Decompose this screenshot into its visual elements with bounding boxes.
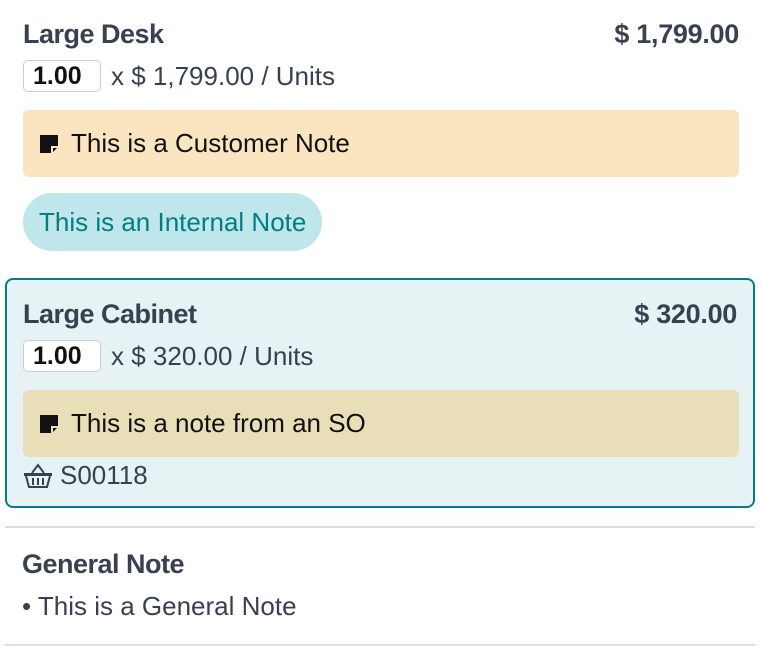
basket-icon <box>24 462 52 488</box>
quantity-field[interactable]: 1.00 <box>23 340 101 372</box>
pos-order-lines: Large Desk $ 1,799.00 1.00 x $ 1,799.00 … <box>0 0 762 659</box>
sale-order-origin: S00118 <box>23 460 148 491</box>
internal-note-text: This is an Internal Note <box>39 206 307 237</box>
divider <box>5 526 755 528</box>
sticky-note-icon <box>40 134 58 153</box>
qty-row: 1.00 x $ 1,799.00 / Units <box>23 60 335 92</box>
product-name: Large Cabinet <box>23 299 197 329</box>
line-price: $ 320.00 <box>634 299 737 329</box>
orderline-large-desk[interactable]: Large Desk $ 1,799.00 1.00 x $ 1,799.00 … <box>0 0 762 268</box>
origin-ref: S00118 <box>60 460 148 490</box>
general-note-text: • This is a General Note <box>22 591 297 621</box>
unit-price-text: x $ 1,799.00 / Units <box>111 60 336 91</box>
divider <box>5 644 755 646</box>
so-note-text: This is a note from an SO <box>71 408 366 438</box>
customer-note-text: This is a Customer Note <box>71 128 350 158</box>
qty-row: 1.00 x $ 320.00 / Units <box>23 340 313 372</box>
product-name: Large Desk <box>23 19 164 49</box>
line-price: $ 1,799.00 <box>614 19 739 49</box>
customer-note: This is a Customer Note <box>23 110 739 177</box>
so-note: This is a note from an SO <box>23 390 739 457</box>
general-note-title: General Note <box>22 549 185 579</box>
unit-price-text: x $ 320.00 / Units <box>111 340 314 371</box>
internal-note-badge: This is an Internal Note <box>23 193 323 251</box>
sticky-note-icon <box>40 414 58 433</box>
orderline-large-cabinet[interactable]: Large Cabinet $ 320.00 1.00 x $ 320.00 /… <box>5 278 755 508</box>
quantity-field[interactable]: 1.00 <box>23 60 101 92</box>
